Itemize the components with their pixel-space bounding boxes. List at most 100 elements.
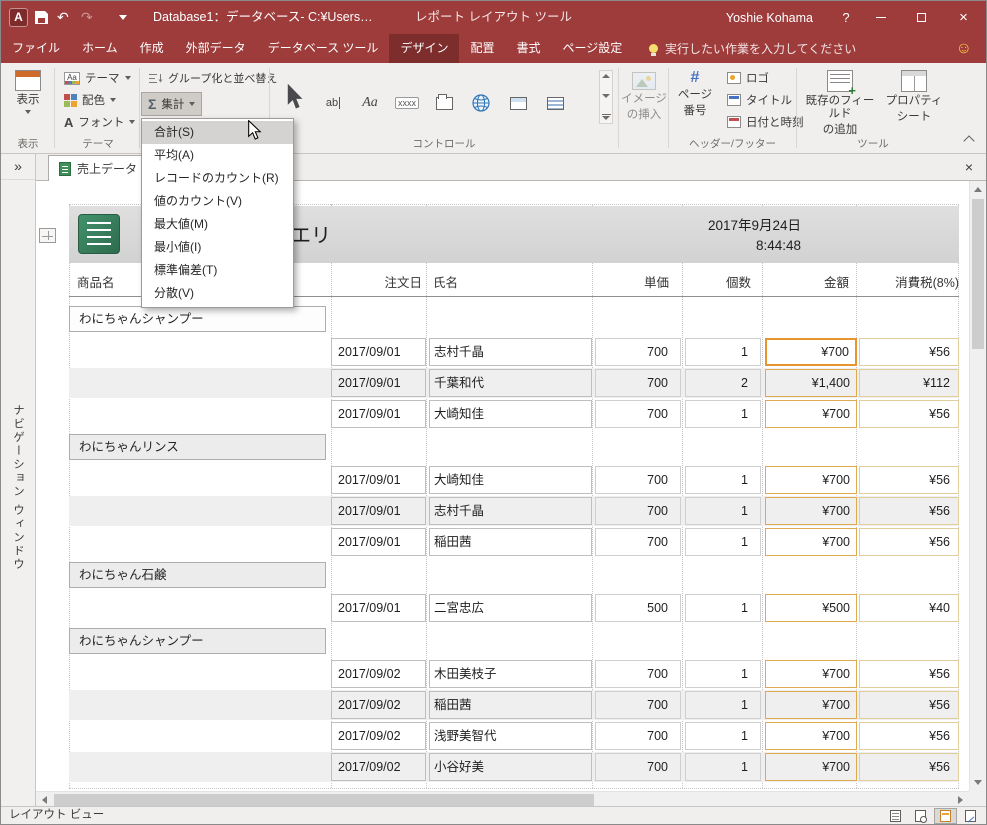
ribbon-tab-2[interactable]: 作成 — [129, 34, 175, 63]
cell-price[interactable]: 700 — [595, 338, 681, 366]
column-header-6[interactable]: 消費税(8%) — [859, 269, 959, 297]
menu-item-2[interactable]: レコードのカウント(R) — [142, 167, 293, 190]
cell-tax[interactable]: ¥40 — [859, 594, 959, 622]
group-header[interactable]: わにちゃんリンス — [69, 434, 326, 460]
cell-date[interactable]: 2017/09/01 — [331, 466, 426, 494]
help-button[interactable]: ? — [831, 10, 861, 25]
menu-item-7[interactable]: 分散(V) — [142, 282, 293, 305]
cell-qty[interactable]: 1 — [685, 497, 761, 525]
totals-button[interactable]: Σ 集計 — [141, 92, 203, 116]
ribbon-tab-5[interactable]: デザイン — [389, 34, 460, 63]
cell-date[interactable]: 2017/09/01 — [331, 497, 426, 525]
cell-date[interactable]: 2017/09/02 — [331, 753, 426, 781]
cell-amount[interactable]: ¥700 — [765, 691, 857, 719]
account-user-name[interactable]: Yoshie Kohama — [708, 11, 831, 25]
web-browser-control-button[interactable] — [465, 88, 497, 118]
collapse-ribbon-icon[interactable] — [963, 135, 975, 147]
report-logo-icon[interactable] — [78, 214, 120, 254]
combo-box-control-button[interactable] — [539, 88, 571, 118]
cell-name[interactable]: 大崎知佳 — [429, 400, 592, 428]
close-document-icon[interactable]: × — [960, 154, 978, 181]
ribbon-tab-8[interactable]: ページ設定 — [551, 34, 633, 63]
cell-date[interactable]: 2017/09/01 — [331, 369, 426, 397]
cell-price[interactable]: 700 — [595, 528, 681, 556]
cell-tax[interactable]: ¥56 — [859, 338, 959, 366]
expand-navigation-icon[interactable]: » — [1, 158, 35, 180]
save-icon[interactable] — [35, 11, 48, 24]
cell-name[interactable]: 木田美枝子 — [429, 660, 592, 688]
access-app-icon[interactable]: A — [9, 8, 28, 27]
select-pointer-button[interactable] — [277, 70, 311, 124]
subform-control-button[interactable] — [502, 88, 534, 118]
cell-name[interactable]: 志村千晶 — [429, 497, 592, 525]
group-header[interactable]: わにちゃんシャンプー — [69, 628, 326, 654]
cell-tax[interactable]: ¥56 — [859, 497, 959, 525]
cell-amount[interactable]: ¥700 — [765, 497, 857, 525]
controls-gallery-scrollbar[interactable] — [599, 70, 613, 124]
cell-name[interactable]: 千葉和代 — [429, 369, 592, 397]
cell-name[interactable]: 浅野美智代 — [429, 722, 592, 750]
close-window-button[interactable]: × — [941, 1, 986, 34]
add-existing-fields-button[interactable]: 既存のフィールド の追加 — [800, 65, 880, 137]
cell-qty[interactable]: 1 — [685, 338, 761, 366]
scroll-down-icon[interactable] — [970, 774, 986, 791]
cell-price[interactable]: 700 — [595, 753, 681, 781]
tell-me-box[interactable]: 実行したい作業を入力してください — [649, 34, 856, 63]
cell-price[interactable]: 700 — [595, 722, 681, 750]
cell-price[interactable]: 700 — [595, 400, 681, 428]
cell-qty[interactable]: 1 — [685, 528, 761, 556]
cell-date[interactable]: 2017/09/01 — [331, 594, 426, 622]
design-view-button[interactable] — [959, 808, 982, 824]
ribbon-tab-1[interactable]: ホーム — [71, 34, 129, 63]
cell-price[interactable]: 700 — [595, 691, 681, 719]
print-preview-button[interactable] — [909, 808, 932, 824]
page-number-button[interactable]: # ページ 番号 — [672, 65, 718, 118]
menu-item-0[interactable]: 合計(S) — [142, 121, 293, 144]
report-title[interactable]: エリ — [291, 219, 331, 248]
group-header[interactable]: わにちゃんシャンプー — [69, 306, 326, 332]
cell-qty[interactable]: 1 — [685, 753, 761, 781]
menu-item-1[interactable]: 平均(A) — [142, 144, 293, 167]
menu-item-4[interactable]: 最大値(M) — [142, 213, 293, 236]
column-header-0[interactable]: 商品名 — [77, 269, 115, 297]
undo-icon[interactable]: ↶ — [57, 7, 69, 27]
label-control-button[interactable]: Aa — [354, 88, 386, 118]
cell-price[interactable]: 500 — [595, 594, 681, 622]
textbox-control-button[interactable]: ab — [317, 88, 349, 118]
horizontal-scrollbar-thumb[interactable] — [54, 794, 594, 806]
quick-access-dropdown-icon[interactable] — [119, 15, 127, 20]
layout-view-button[interactable] — [934, 807, 957, 824]
view-button[interactable]: 表示 — [7, 65, 49, 114]
cell-amount[interactable]: ¥700 — [765, 466, 857, 494]
cell-date[interactable]: 2017/09/01 — [331, 338, 426, 366]
cell-date[interactable]: 2017/09/01 — [331, 400, 426, 428]
cell-qty[interactable]: 1 — [685, 691, 761, 719]
group-header[interactable]: わにちゃん石鹸 — [69, 562, 326, 588]
column-header-2[interactable]: 氏名 — [433, 269, 458, 297]
column-header-4[interactable]: 個数 — [685, 269, 761, 297]
report-date[interactable]: 2017年9月24日 — [708, 214, 801, 234]
cell-qty[interactable]: 1 — [685, 660, 761, 688]
vertical-scrollbar[interactable] — [969, 181, 986, 791]
cell-name[interactable]: 大崎知佳 — [429, 466, 592, 494]
property-sheet-button[interactable]: プロパティ シート — [883, 65, 945, 124]
themes-button[interactable]: Aa テーマ — [57, 67, 138, 89]
cell-qty[interactable]: 1 — [685, 466, 761, 494]
cell-qty[interactable]: 1 — [685, 594, 761, 622]
cell-name[interactable]: 志村千晶 — [429, 338, 592, 366]
tab-control-button[interactable] — [428, 88, 460, 118]
menu-item-6[interactable]: 標準偏差(T) — [142, 259, 293, 282]
cell-amount[interactable]: ¥700 — [765, 660, 857, 688]
cell-date[interactable]: 2017/09/01 — [331, 528, 426, 556]
cell-name[interactable]: 稲田茜 — [429, 691, 592, 719]
cell-amount[interactable]: ¥700 — [765, 753, 857, 781]
cell-tax[interactable]: ¥56 — [859, 722, 959, 750]
feedback-smiley-icon[interactable]: ☺ — [956, 34, 972, 63]
colors-button[interactable]: 配色 — [57, 89, 123, 111]
cell-tax[interactable]: ¥56 — [859, 528, 959, 556]
cell-amount[interactable]: ¥500 — [765, 594, 857, 622]
menu-item-5[interactable]: 最小値(I) — [142, 236, 293, 259]
scroll-up-icon[interactable] — [970, 181, 986, 198]
layout-selector-icon[interactable] — [39, 228, 56, 243]
cell-price[interactable]: 700 — [595, 466, 681, 494]
